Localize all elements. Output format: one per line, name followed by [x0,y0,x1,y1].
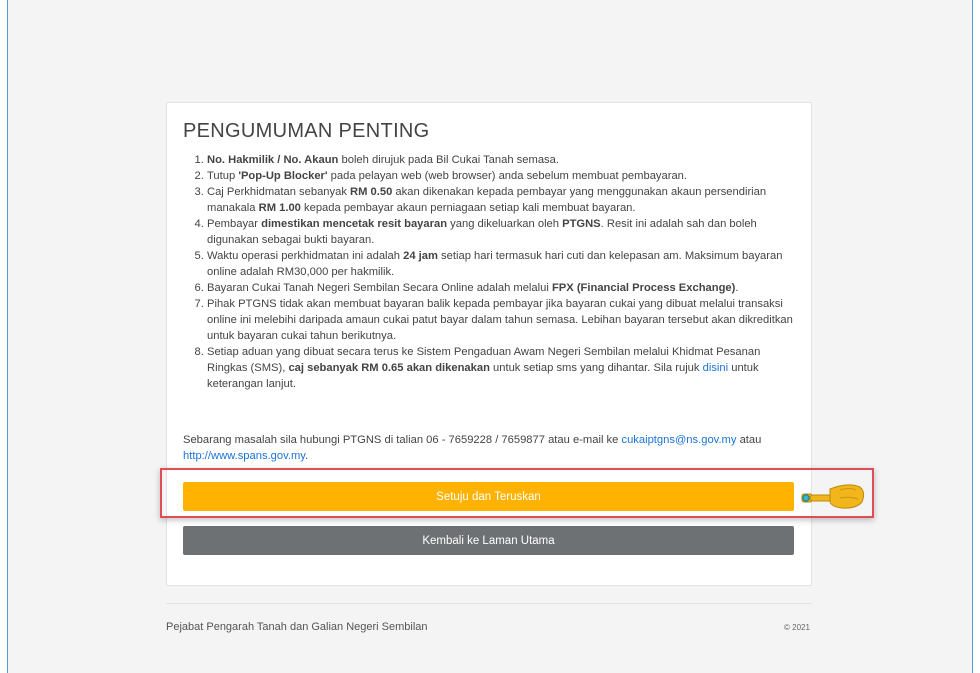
notice-text: kepada pembayar akaun perniagaan setiap … [300,202,636,214]
notice-text: untuk setiap sms yang dihantar. Sila ruj… [489,362,703,374]
notice-emphasis: 24 jam [403,250,438,262]
notice-text: Bayaran Cukai Tanah Negeri Sembilan Seca… [207,282,552,294]
email-link[interactable]: cukaiptgns@ns.gov.my [621,434,736,446]
notice-text: pada pelayan web (web browser) anda sebe… [327,170,688,182]
notice-item: Pihak PTGNS tidak akan membuat bayaran b… [207,296,793,344]
footer-divider [166,603,812,604]
notice-text: Tutup [207,170,239,182]
notice-item: Setiap aduan yang dibuat secara terus ke… [207,344,793,392]
notice-text: boleh dirujuk pada Bil Cukai Tanah semas… [338,154,559,166]
notice-text: . [735,282,739,294]
contact-text-end: . [305,450,309,462]
contact-text-mid: atau [736,434,762,446]
notice-emphasis: 'Pop-Up Blocker' [238,170,328,182]
notice-item: Bayaran Cukai Tanah Negeri Sembilan Seca… [207,280,793,296]
notice-emphasis: RM 1.00 [258,202,301,214]
notice-emphasis: caj sebanyak RM 0.65 akan dikenakan [288,362,490,374]
notice-item: Pembayar dimestikan mencetak resit bayar… [207,216,793,248]
pointing-hand-icon [801,484,865,509]
notice-item: Tutup 'Pop-Up Blocker' pada pelayan web … [207,168,793,184]
notice-text: Pembayar [207,218,262,230]
contact-text: Sebarang masalah sila hubungi PTGNS di t… [183,434,622,446]
footer-copyright: © 2021 [784,623,810,632]
page-title: PENGUMUMAN PENTING [183,120,430,142]
notice-emphasis: PTGNS [562,218,601,230]
back-to-home-button[interactable]: Kembali ke Laman Utama [183,526,794,555]
notice-emphasis: RM 0.50 [350,186,393,198]
notice-text: Waktu operasi perkhidmatan ini adalah [207,250,404,262]
notice-item: No. Hakmilik / No. Akaun boleh dirujuk p… [207,152,793,168]
notice-emphasis: No. Hakmilik / No. Akaun [207,154,339,166]
notice-emphasis: FPX (Financial Process Exchange) [551,282,736,294]
agree-continue-button[interactable]: Setuju dan Teruskan [183,482,794,511]
notice-list: No. Hakmilik / No. Akaun boleh dirujuk p… [183,152,793,392]
notice-item: Waktu operasi perkhidmatan ini adalah 24… [207,248,793,280]
disini-link[interactable]: disini [703,362,729,374]
footer-org: Pejabat Pengarah Tanah dan Galian Negeri… [166,621,428,633]
contact-info: Sebarang masalah sila hubungi PTGNS di t… [183,432,798,464]
website-link[interactable]: http://www.spans.gov.my [183,450,305,462]
notice-emphasis: dimestikan mencetak resit bayaran [261,218,448,230]
notice-item: Caj Perkhidmatan sebanyak RM 0.50 akan d… [207,184,793,216]
notice-text: yang dikeluarkan oleh [447,218,563,230]
notice-text: Caj Perkhidmatan sebanyak [207,186,351,198]
notice-text: Pihak PTGNS tidak akan membuat bayaran b… [207,298,793,342]
